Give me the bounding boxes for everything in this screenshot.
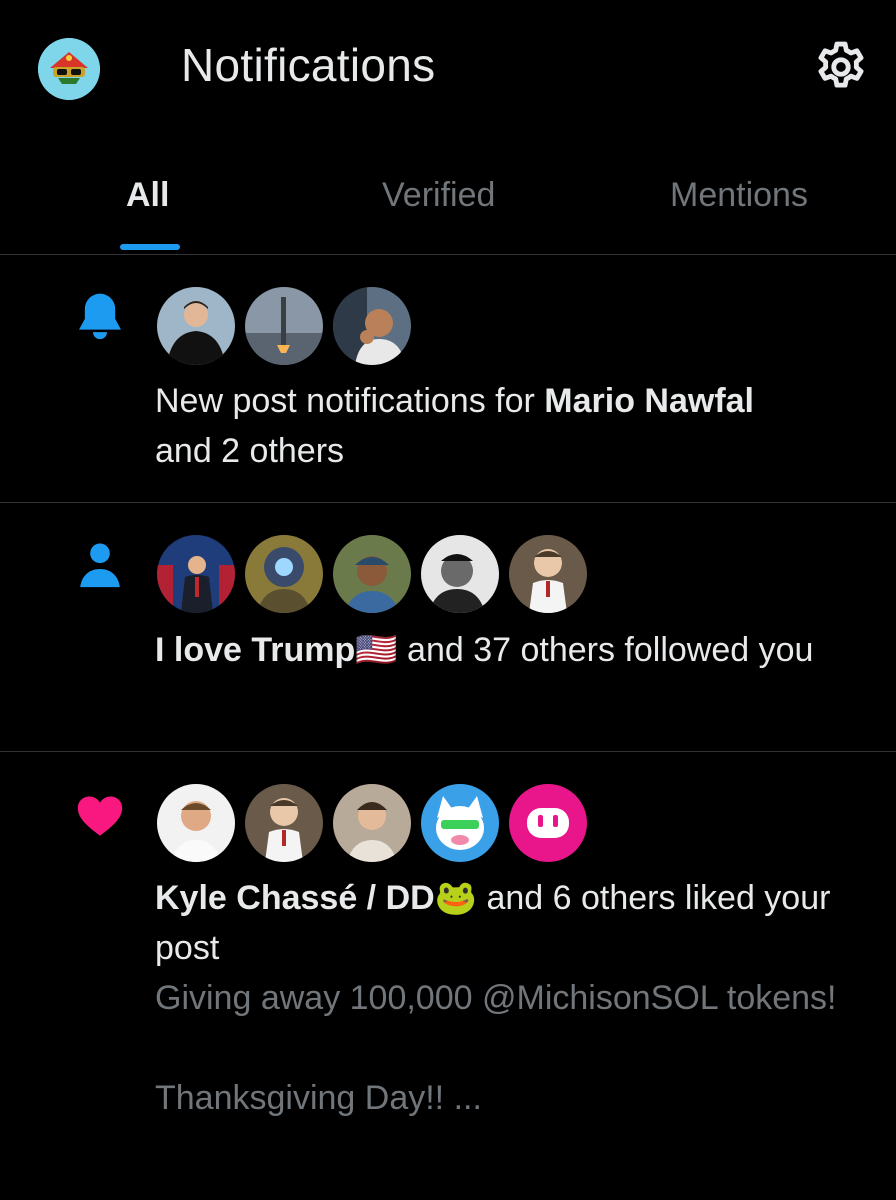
notification-tabs: All Verified Mentions bbox=[0, 150, 896, 255]
avatar[interactable] bbox=[419, 533, 501, 615]
notification-user-name[interactable]: Kyle Chassé / DD🐸 bbox=[155, 879, 477, 917]
avatar[interactable] bbox=[507, 782, 589, 864]
header-bar: Notifications bbox=[0, 0, 896, 135]
avatar[interactable] bbox=[331, 782, 413, 864]
notification-user-name[interactable]: I love Trump🇺🇸 bbox=[155, 631, 398, 669]
notification-item[interactable]: Kyle Chassé / DD🐸 and 6 others liked you… bbox=[0, 752, 896, 1200]
bell-icon bbox=[72, 289, 128, 345]
notification-text: New post notifications for Mario Nawfal … bbox=[155, 376, 865, 476]
notification-item[interactable]: I love Trump🇺🇸 and 37 others followed yo… bbox=[0, 503, 896, 752]
avatar[interactable] bbox=[155, 285, 237, 367]
page-title: Notifications bbox=[181, 39, 436, 91]
active-tab-indicator bbox=[120, 244, 180, 250]
notification-text: Kyle Chassé / DD🐸 and 6 others liked you… bbox=[155, 873, 865, 1123]
avatar[interactable] bbox=[331, 285, 413, 367]
post-preview-text-continued: Thanksgiving Day!! ... bbox=[155, 1079, 482, 1117]
tab-verified[interactable]: Verified bbox=[382, 176, 495, 215]
avatar[interactable] bbox=[243, 285, 325, 367]
avatar[interactable] bbox=[331, 533, 413, 615]
avatar[interactable] bbox=[155, 782, 237, 864]
avatar[interactable] bbox=[419, 782, 501, 864]
notification-item[interactable]: New post notifications for Mario Nawfal … bbox=[0, 255, 896, 503]
tab-mentions[interactable]: Mentions bbox=[670, 176, 808, 215]
avatar[interactable] bbox=[243, 782, 325, 864]
avatar[interactable] bbox=[243, 533, 325, 615]
avatar[interactable] bbox=[507, 533, 589, 615]
avatar[interactable] bbox=[155, 533, 237, 615]
notification-text: I love Trump🇺🇸 and 37 others followed yo… bbox=[155, 625, 865, 675]
notification-text-suffix: and 37 others followed you bbox=[397, 631, 814, 669]
gear-icon[interactable] bbox=[812, 38, 870, 96]
notification-text-suffix: and 2 others bbox=[155, 432, 345, 470]
notification-user-name[interactable]: Mario Nawfal bbox=[544, 382, 754, 420]
post-preview-text: Giving away 100,000 @MichisonSOL tokens! bbox=[155, 979, 837, 1017]
heart-icon bbox=[72, 786, 128, 842]
person-icon bbox=[72, 537, 128, 593]
profile-avatar-icon[interactable] bbox=[38, 38, 100, 100]
tab-all[interactable]: All bbox=[126, 176, 169, 215]
notification-text-prefix: New post notifications for bbox=[155, 382, 545, 420]
